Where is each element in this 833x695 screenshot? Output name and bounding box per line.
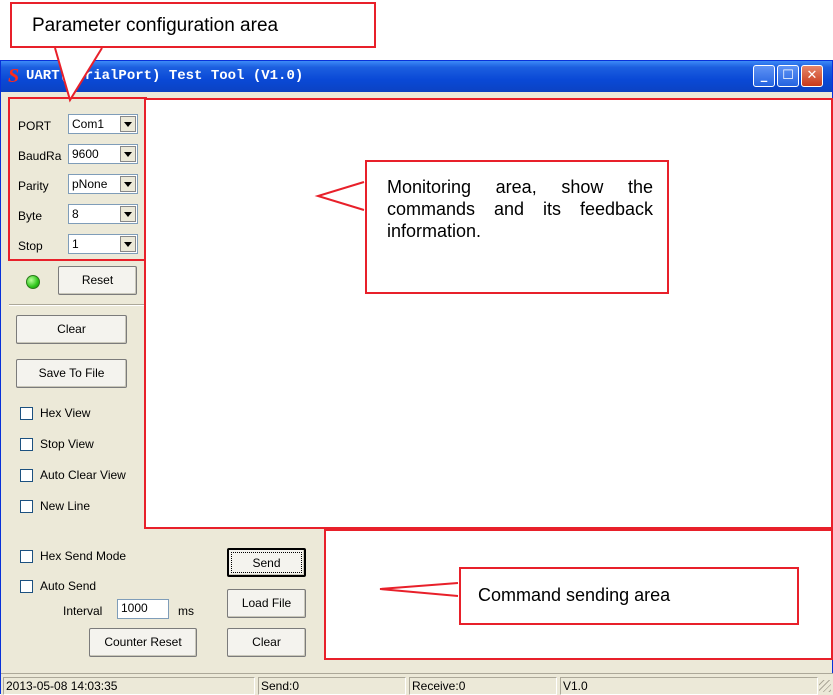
status-receive-count: Receive:0: [409, 677, 557, 695]
interval-input[interactable]: 1000: [117, 599, 169, 619]
hex-view-checkbox[interactable]: [20, 407, 33, 420]
interval-unit: ms: [178, 604, 194, 618]
auto-clear-view-label: Auto Clear View: [40, 468, 126, 482]
title-bar[interactable]: S UART(SerialPort) Test Tool (V1.0) _ ☐ …: [1, 61, 832, 92]
new-line-checkbox[interactable]: [20, 500, 33, 513]
status-bar: 2013-05-08 14:03:35 Send:0 Receive:0 V1.…: [1, 673, 833, 695]
window-title: UART(SerialPort) Test Tool (V1.0): [26, 68, 304, 84]
save-to-file-button[interactable]: Save To File: [16, 359, 127, 388]
auto-send-label: Auto Send: [40, 579, 97, 593]
stop-view-checkbox[interactable]: [20, 438, 33, 451]
parameter-area-callout-text: Parameter configuration area: [32, 15, 279, 36]
close-button[interactable]: ✕: [801, 65, 823, 87]
send-button[interactable]: Send: [227, 548, 306, 577]
monitoring-area-callout-text: Monitoring area, show the commands and i…: [387, 177, 653, 241]
parameter-area-highlight: [8, 97, 147, 261]
clear-send-button[interactable]: Clear: [227, 628, 306, 657]
auto-clear-view-checkbox[interactable]: [20, 469, 33, 482]
hex-send-mode-checkbox[interactable]: [20, 550, 33, 563]
maximize-button[interactable]: ☐: [777, 65, 799, 87]
auto-send-checkbox[interactable]: [20, 580, 33, 593]
new-line-label: New Line: [40, 499, 91, 513]
status-version: V1.0: [560, 677, 818, 695]
hex-send-mode-label: Hex Send Mode: [40, 549, 127, 563]
minimize-icon: _: [760, 68, 768, 83]
app-window: S UART(SerialPort) Test Tool (V1.0) _ ☐ …: [0, 60, 833, 695]
reset-button[interactable]: Reset: [58, 266, 137, 295]
interval-label: Interval: [63, 604, 103, 618]
monitoring-area-callout: Monitoring area, show the commands and i…: [365, 160, 669, 294]
clear-view-button[interactable]: Clear: [16, 315, 127, 344]
stop-view-label: Stop View: [40, 437, 94, 451]
divider: [9, 304, 144, 306]
command-area-callout: Command sending area: [459, 567, 799, 625]
load-file-button[interactable]: Load File: [227, 589, 306, 618]
app-logo-icon: S: [8, 65, 20, 87]
close-icon: ✕: [806, 68, 818, 83]
status-send-count: Send:0: [258, 677, 406, 695]
minimize-button[interactable]: _: [753, 65, 775, 87]
status-datetime: 2013-05-08 14:03:35: [3, 677, 255, 695]
maximize-icon: ☐: [782, 68, 794, 83]
command-area-callout-text: Command sending area: [478, 585, 671, 605]
status-led-icon: [26, 275, 40, 289]
counter-reset-button[interactable]: Counter Reset: [89, 628, 197, 657]
hex-view-label: Hex View: [40, 406, 91, 420]
resize-grip-icon[interactable]: [819, 680, 831, 692]
parameter-area-callout: Parameter configuration area: [10, 2, 376, 48]
